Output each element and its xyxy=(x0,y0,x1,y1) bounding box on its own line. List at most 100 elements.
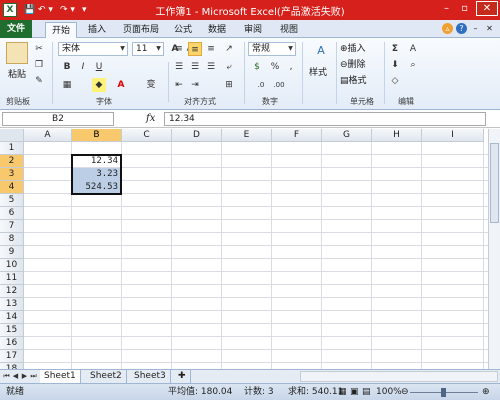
row-header-9[interactable]: 9 xyxy=(0,246,24,259)
find-select-icon[interactable]: ⌕ xyxy=(406,58,420,72)
tab-data[interactable]: 数据 xyxy=(202,22,232,38)
text-orientation-icon[interactable]: ↗ xyxy=(222,42,236,56)
format-cells-button[interactable]: ▤格式 xyxy=(340,74,367,88)
percent-style-button[interactable]: % xyxy=(268,60,282,74)
align-right-icon[interactable]: ☰ xyxy=(204,60,218,74)
zoom-out-icon[interactable]: ⊖ xyxy=(401,384,409,400)
align-left-icon[interactable]: ☰ xyxy=(172,60,186,74)
font-name-select[interactable]: 宋体 ▼ xyxy=(58,42,128,56)
close-button[interactable]: ✕ xyxy=(476,1,498,16)
insert-cells-button[interactable]: ⊕插入 xyxy=(340,42,366,56)
row-header-10[interactable]: 10 xyxy=(0,259,24,272)
row-header-1[interactable]: 1 xyxy=(0,142,24,155)
row-header-13[interactable]: 13 xyxy=(0,298,24,311)
cut-icon[interactable]: ✂ xyxy=(32,42,46,56)
delete-cells-button[interactable]: ⊖删除 xyxy=(340,58,366,72)
column-header-b[interactable]: B xyxy=(72,129,122,142)
last-sheet-icon[interactable]: ⏭ xyxy=(29,371,38,382)
help-icon[interactable]: ? xyxy=(456,23,467,34)
zoom-in-icon[interactable]: ⊕ xyxy=(482,384,490,400)
borders-icon[interactable]: ▦ xyxy=(60,78,74,92)
currency-format-icon[interactable]: $ xyxy=(250,60,264,74)
comma-style-button[interactable]: , xyxy=(284,60,298,74)
copy-icon[interactable]: ❐ xyxy=(32,58,46,72)
column-header-h[interactable]: H xyxy=(372,129,422,142)
row-header-6[interactable]: 6 xyxy=(0,207,24,220)
row-header-2[interactable]: 2 xyxy=(0,155,24,168)
sheet-tab-sheet1[interactable]: Sheet1 xyxy=(40,370,81,383)
horizontal-scrollbar[interactable] xyxy=(300,371,498,382)
row-header-16[interactable]: 16 xyxy=(0,337,24,350)
row-header-5[interactable]: 5 xyxy=(0,194,24,207)
scrollbar-thumb[interactable] xyxy=(490,143,499,223)
column-header-d[interactable]: D xyxy=(172,129,222,142)
merge-center-icon[interactable]: ⊞ xyxy=(222,78,236,92)
decrease-indent-icon[interactable]: ⇤ xyxy=(172,78,186,92)
underline-button[interactable]: U xyxy=(92,60,106,74)
paste-button[interactable]: 粘贴 xyxy=(8,68,26,82)
italic-button[interactable]: I xyxy=(76,60,90,74)
paste-icon[interactable] xyxy=(6,42,28,64)
row-header-11[interactable]: 11 xyxy=(0,272,24,285)
decrease-decimal-icon[interactable]: .00 xyxy=(272,78,286,92)
page-break-view-icon[interactable]: ▤ xyxy=(362,384,371,400)
wrap-text-icon[interactable]: ⤶ xyxy=(222,60,236,74)
styles-icon[interactable]: A xyxy=(312,44,330,62)
row-header-12[interactable]: 12 xyxy=(0,285,24,298)
increase-decimal-icon[interactable]: .0 xyxy=(254,78,268,92)
row-header-14[interactable]: 14 xyxy=(0,311,24,324)
format-painter-icon[interactable]: ✎ xyxy=(32,74,46,88)
align-center-icon[interactable]: ☰ xyxy=(188,60,202,74)
vertical-scrollbar[interactable] xyxy=(488,129,500,369)
align-middle-icon[interactable]: ≡ xyxy=(188,42,202,56)
number-format-select[interactable]: 常规 ▼ xyxy=(248,42,296,56)
tab-insert[interactable]: 插入 xyxy=(82,22,112,38)
column-header-i[interactable]: I xyxy=(422,129,484,142)
maximize-button[interactable]: ▫ xyxy=(457,2,472,16)
formula-input[interactable]: 12.34 xyxy=(164,112,486,126)
page-layout-view-icon[interactable]: ▣ xyxy=(350,384,359,400)
workbook-minimize-icon[interactable]: – xyxy=(470,23,481,34)
font-color-icon[interactable]: A xyxy=(114,78,128,92)
workbook-close-icon[interactable]: ✕ xyxy=(484,23,495,34)
tab-home[interactable]: 开始 xyxy=(45,22,77,38)
column-header-c[interactable]: C xyxy=(122,129,172,142)
worksheet-grid[interactable]: ABCDEFGHI 12345678910111213141516171819 … xyxy=(0,129,500,389)
row-header-8[interactable]: 8 xyxy=(0,233,24,246)
tab-file[interactable]: 文件 xyxy=(0,20,32,38)
fill-icon[interactable]: ⬇ xyxy=(388,58,402,72)
row-header-17[interactable]: 17 xyxy=(0,350,24,363)
bold-button[interactable]: B xyxy=(60,60,74,74)
row-header-7[interactable]: 7 xyxy=(0,220,24,233)
autosum-icon[interactable]: Σ xyxy=(388,42,402,56)
prev-sheet-icon[interactable]: ◀ xyxy=(11,371,20,382)
tab-page-layout[interactable]: 页面布局 xyxy=(116,22,166,38)
zoom-slider-thumb[interactable] xyxy=(441,388,446,397)
sort-filter-icon[interactable]: A xyxy=(406,42,420,56)
sheet-tab-sheet3[interactable]: Sheet3 xyxy=(130,370,171,383)
row-header-4[interactable]: 4 xyxy=(0,181,24,194)
font-size-select[interactable]: 11 ▼ xyxy=(132,42,164,56)
first-sheet-icon[interactable]: ⏮ xyxy=(2,371,11,382)
styles-button[interactable]: 样式 xyxy=(309,66,327,80)
column-header-f[interactable]: F xyxy=(272,129,322,142)
row-header-3[interactable]: 3 xyxy=(0,168,24,181)
fill-color-icon[interactable]: ◆ xyxy=(92,78,106,92)
column-header-e[interactable]: E xyxy=(222,129,272,142)
ribbon-minimize-icon[interactable]: ▵ xyxy=(442,23,453,34)
align-bottom-icon[interactable]: ≡ xyxy=(204,42,218,56)
zoom-level[interactable]: 100% xyxy=(376,384,402,400)
row-header-15[interactable]: 15 xyxy=(0,324,24,337)
minimize-button[interactable]: – xyxy=(439,2,454,16)
increase-indent-icon[interactable]: ⇥ xyxy=(188,78,202,92)
select-all-corner[interactable] xyxy=(0,129,24,142)
column-header-a[interactable]: A xyxy=(24,129,72,142)
tab-review[interactable]: 审阅 xyxy=(238,22,268,38)
next-sheet-icon[interactable]: ▶ xyxy=(20,371,29,382)
align-top-icon[interactable]: ≡ xyxy=(172,42,186,56)
phonetic-guide-icon[interactable]: 变 xyxy=(144,78,158,92)
tab-formulas[interactable]: 公式 xyxy=(168,22,198,38)
normal-view-icon[interactable]: ▦ xyxy=(338,384,347,400)
name-box[interactable]: B2 xyxy=(2,112,114,126)
column-header-g[interactable]: G xyxy=(322,129,372,142)
